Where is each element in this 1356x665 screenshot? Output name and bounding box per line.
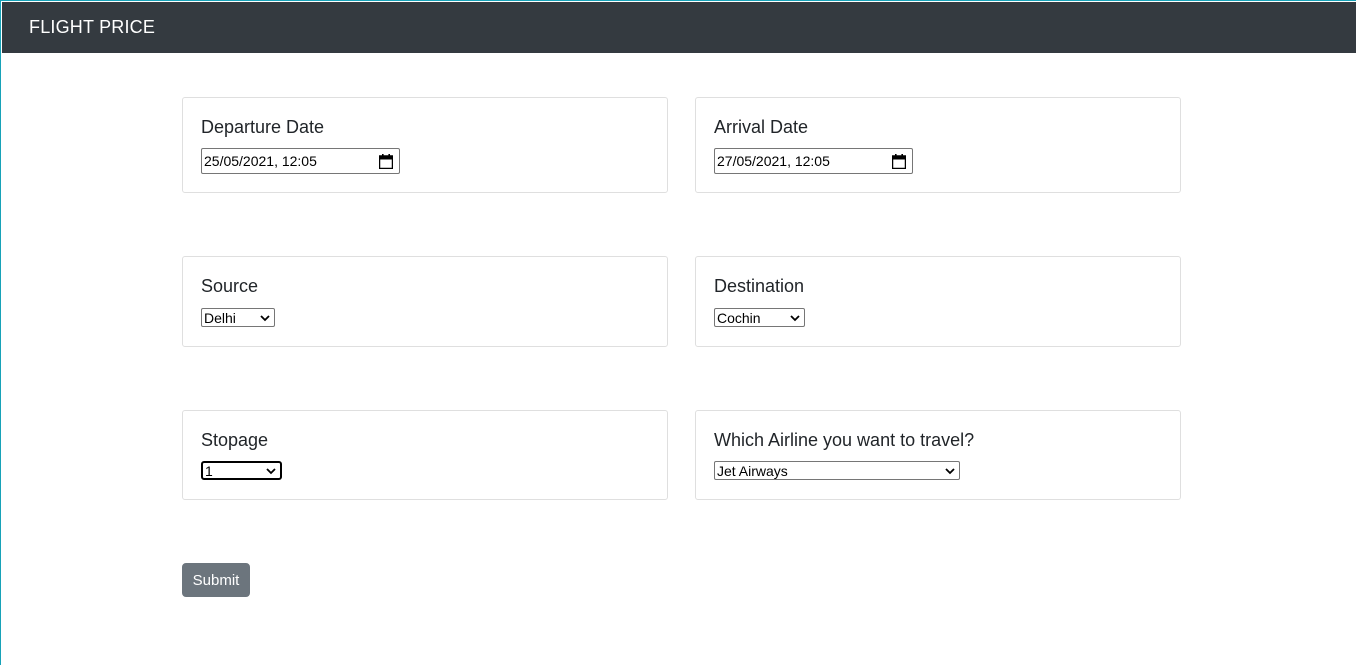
departure-card: Departure Date 25/05/2021, 12:05 (182, 97, 668, 193)
source-label: Source (201, 276, 259, 296)
navbar: FLIGHT PRICE (2, 2, 1356, 53)
airline-card: Which Airline you want to travel? Jet Ai… (695, 410, 1181, 500)
page: FLIGHT PRICE Departure Date 25/05/2021, … (0, 0, 1356, 665)
destination-value: Cochin (717, 309, 761, 326)
departure-date-value: 25/05/2021, 12:05 (204, 153, 317, 169)
chevron-down-icon (266, 467, 276, 474)
departure-label: Departure Date (201, 117, 325, 137)
airline-label: Which Airline you want to travel? (714, 430, 975, 450)
destination-select[interactable]: Cochin (714, 308, 805, 327)
brand-title[interactable]: FLIGHT PRICE (29, 17, 155, 38)
chevron-down-icon (790, 314, 800, 321)
chevron-down-icon (945, 467, 955, 474)
chevron-down-icon (260, 314, 270, 321)
airline-select[interactable]: Jet Airways (714, 461, 960, 480)
submit-button[interactable]: Submit (182, 563, 250, 597)
airline-value: Jet Airways (717, 462, 788, 479)
calendar-icon[interactable] (379, 153, 393, 169)
source-select[interactable]: Delhi (201, 308, 275, 327)
arrival-label: Arrival Date (714, 117, 809, 137)
arrival-card: Arrival Date 27/05/2021, 12:05 (695, 97, 1181, 193)
stopage-label: Stopage (201, 430, 269, 450)
source-value: Delhi (204, 309, 236, 326)
destination-card: Destination Cochin (695, 256, 1181, 347)
arrival-date-input[interactable]: 27/05/2021, 12:05 (714, 148, 913, 174)
stopage-value: 1 (205, 462, 213, 479)
destination-label: Destination (714, 276, 805, 296)
departure-date-input[interactable]: 25/05/2021, 12:05 (201, 148, 400, 174)
arrival-date-value: 27/05/2021, 12:05 (717, 153, 830, 169)
source-card: Source Delhi (182, 256, 668, 347)
stopage-select[interactable]: 1 (201, 461, 282, 480)
stopage-card: Stopage 1 (182, 410, 668, 500)
calendar-icon[interactable] (892, 153, 906, 169)
